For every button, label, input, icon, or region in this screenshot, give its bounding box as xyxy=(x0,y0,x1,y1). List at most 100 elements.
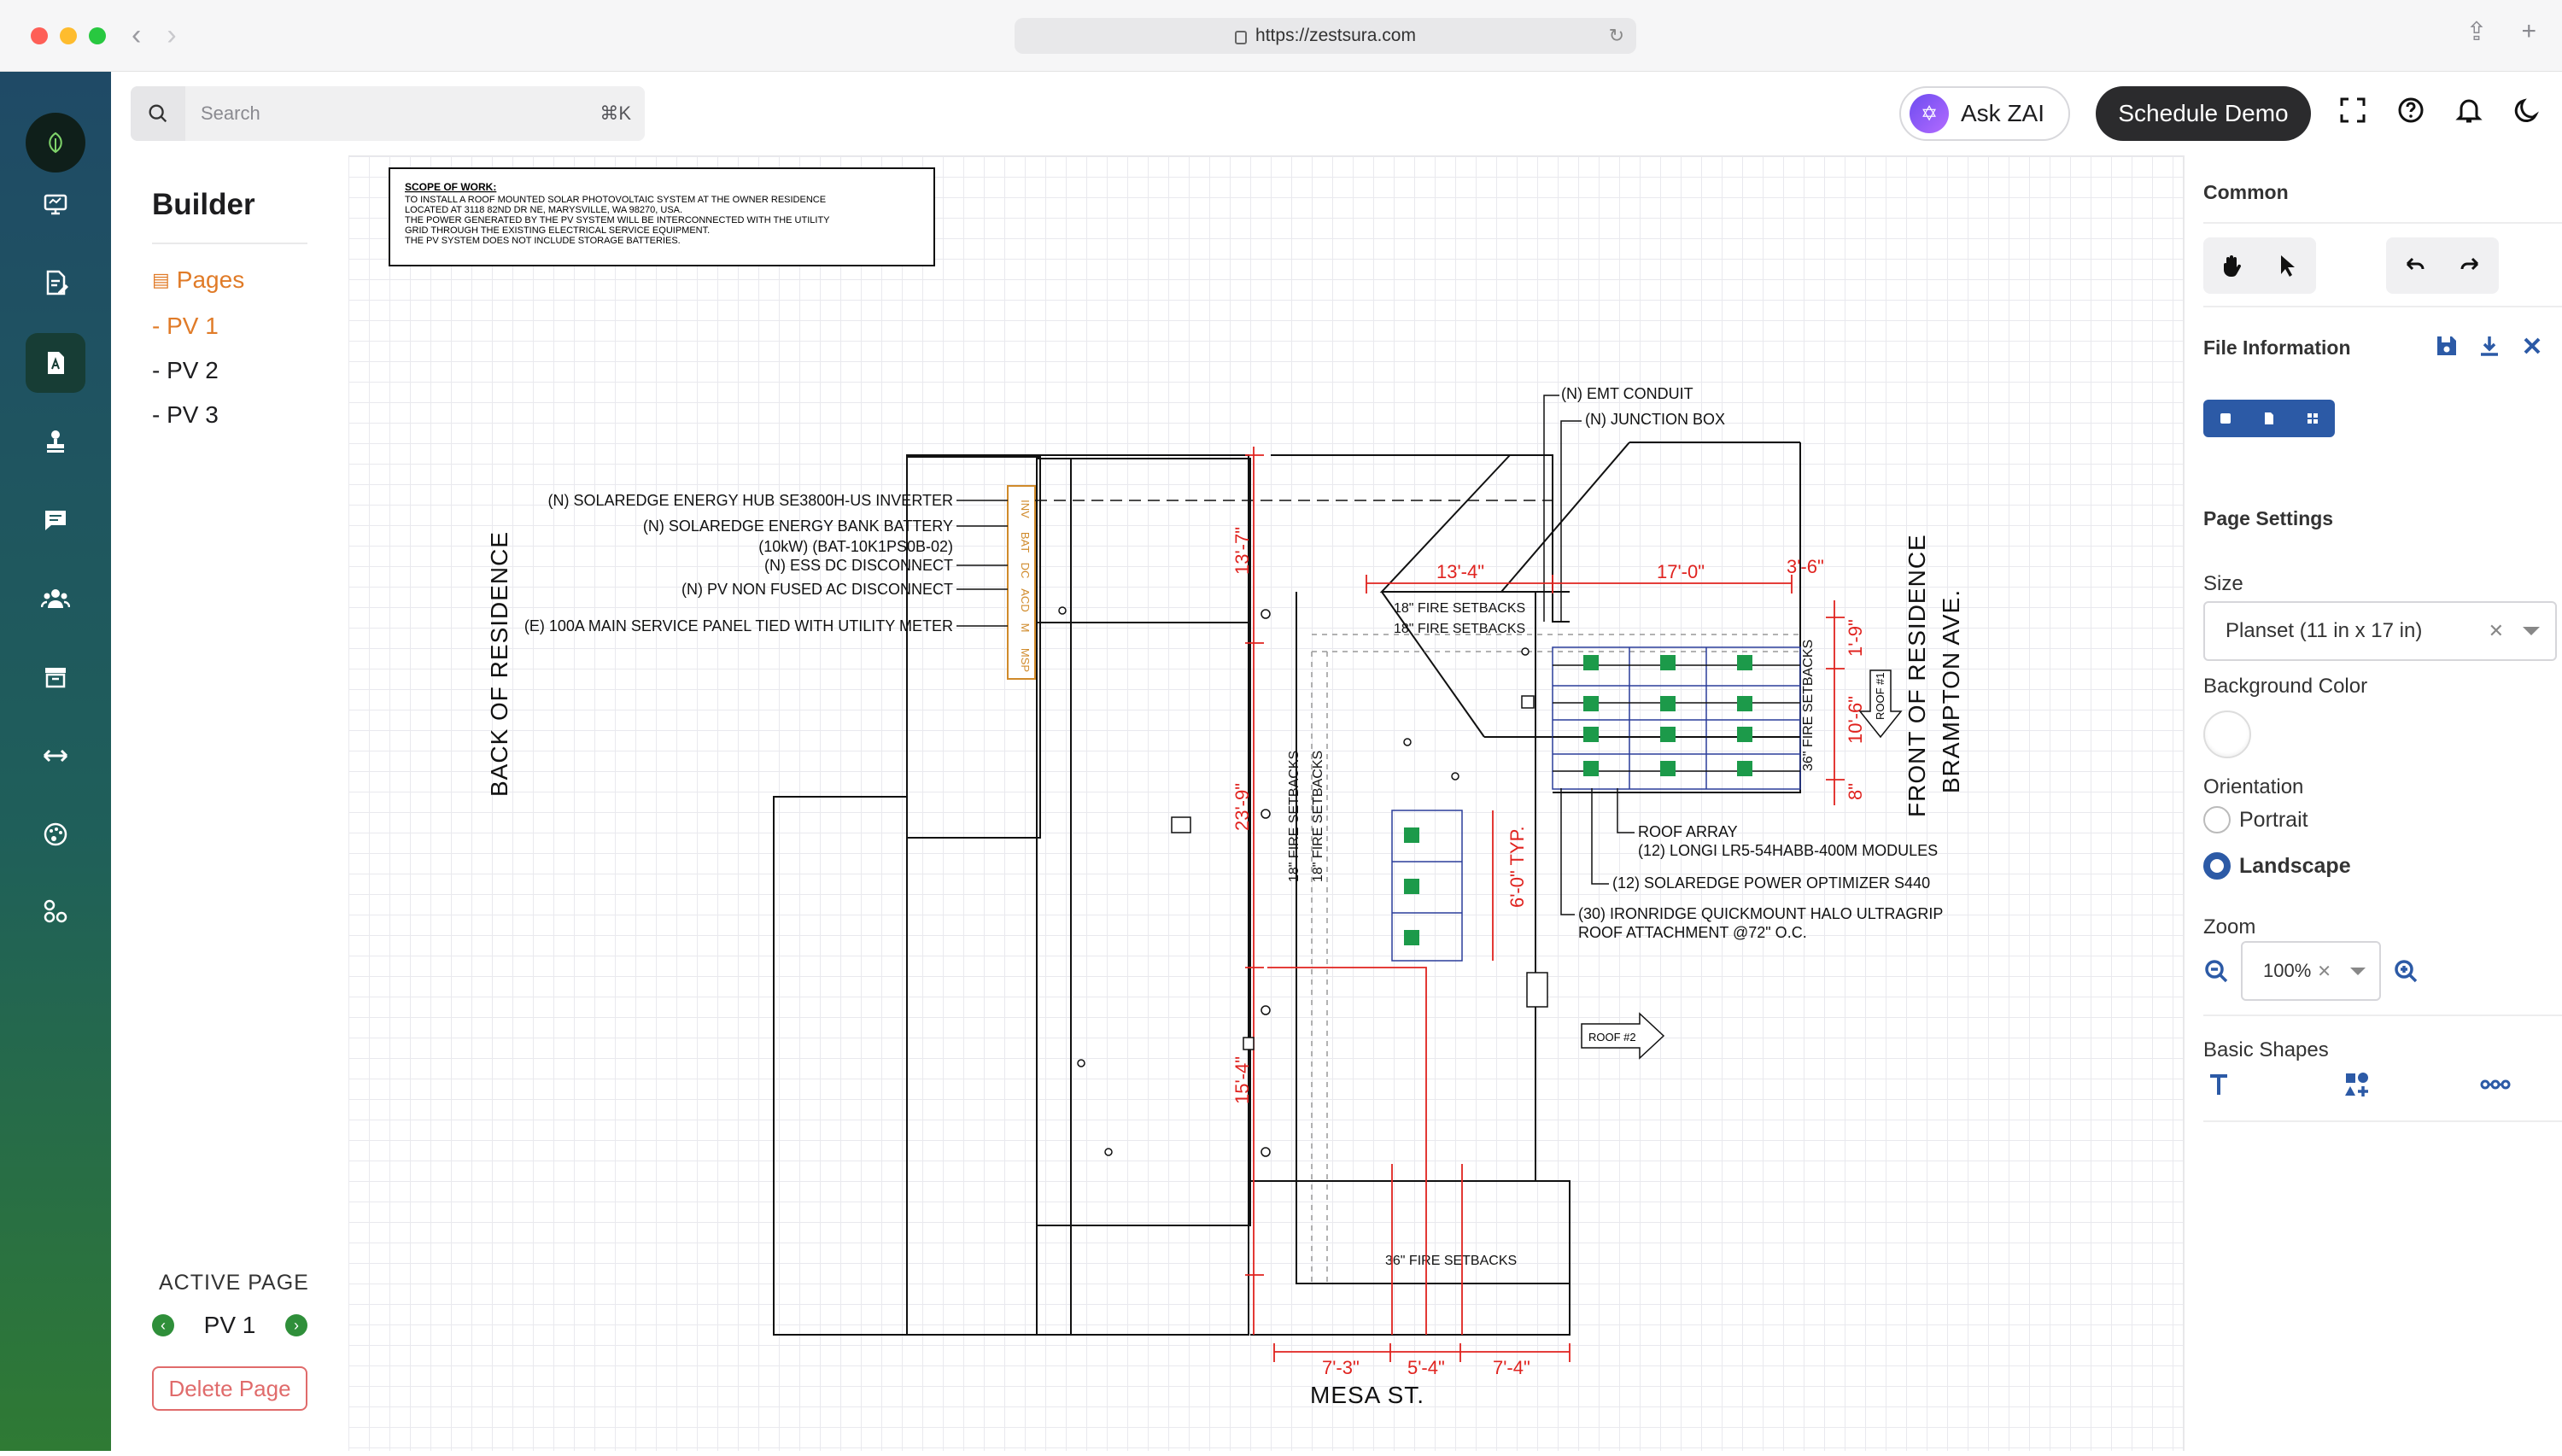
conduit-label: (N) JUNCTION BOX xyxy=(1585,411,1725,428)
zoom-select[interactable]: 100% ✕ xyxy=(2241,941,2381,1001)
dim-left: 15'-4" xyxy=(1231,1056,1253,1104)
equipment-labels: (N) SOLAREDGE ENERGY HUB SE3800H-US INVE… xyxy=(524,492,953,634)
page-link-pv2[interactable]: - PV 2 xyxy=(152,357,219,384)
equipment-label: (N) SOLAREDGE ENERGY HUB SE3800H-US INVE… xyxy=(548,492,953,509)
swap-arrows-icon xyxy=(43,749,68,763)
nav-documents[interactable] xyxy=(26,253,85,313)
zoom-out-icon[interactable] xyxy=(2203,958,2229,984)
nav-dashboard[interactable] xyxy=(26,174,85,234)
desktop-icon xyxy=(44,194,67,215)
delete-page-button[interactable]: Delete Page xyxy=(152,1366,307,1411)
nav-archive[interactable] xyxy=(26,647,85,707)
team-icon xyxy=(41,589,70,608)
properties-panel: Common File Information Page Settings Si… xyxy=(2183,155,2562,1451)
search-bar[interactable]: Search ⌘K xyxy=(131,86,645,141)
download-icon[interactable] xyxy=(2477,333,2502,359)
close-window-button[interactable] xyxy=(31,27,48,44)
nav-builder[interactable] xyxy=(26,333,85,393)
nav-transfers[interactable] xyxy=(26,726,85,786)
schedule-demo-button[interactable]: Schedule Demo xyxy=(2096,86,2311,141)
chevron-down-icon[interactable] xyxy=(2350,967,2366,975)
text-tool-icon[interactable] xyxy=(2203,1069,2234,1100)
active-page-switcher: ‹ PV 1 › xyxy=(152,1312,307,1339)
pan-hand-icon[interactable] xyxy=(2218,252,2245,279)
common-heading: Common xyxy=(2203,181,2289,203)
file-information-heading: File Information xyxy=(2203,336,2351,359)
redo-icon[interactable] xyxy=(2457,252,2484,279)
landscape-radio[interactable]: Landscape xyxy=(2203,852,2351,880)
ask-zai-button[interactable]: ✡ Ask ZAI xyxy=(1899,86,2070,141)
array-label: (12) SOLAREDGE POWER OPTIMIZER S440 xyxy=(1612,874,1930,892)
shapes-tool-icon[interactable] xyxy=(2342,1069,2372,1100)
leaf-logo-icon xyxy=(49,132,62,154)
background-color-label: Background Color xyxy=(2203,675,2368,698)
grid-view-icon[interactable] xyxy=(2305,411,2320,426)
array-label: ROOF ATTACHMENT @72" O.C. xyxy=(1578,924,1807,941)
dim-top: 3'-6" xyxy=(1787,556,1824,577)
fullscreen-icon[interactable] xyxy=(2337,94,2369,126)
star-of-david-icon: ✡ xyxy=(1910,94,1949,133)
dim-right: 10'-6" xyxy=(1845,696,1866,744)
single-page-icon[interactable] xyxy=(2218,411,2233,426)
clear-icon[interactable]: ✕ xyxy=(2317,961,2331,982)
new-tab-icon[interactable]: + xyxy=(2521,17,2536,47)
dim-left: 23'-9" xyxy=(1231,783,1253,831)
scope-line: THE POWER GENERATED BY THE PV SYSTEM WIL… xyxy=(405,215,830,225)
back-of-residence-label: BACK OF RESIDENCE xyxy=(486,531,512,797)
background-color-swatch[interactable] xyxy=(2203,710,2251,758)
connector-tool-icon[interactable] xyxy=(2480,1069,2511,1100)
page-link-pv1[interactable]: - PV 1 xyxy=(152,313,219,340)
equipment-label: (N) SOLAREDGE ENERGY BANK BATTERY xyxy=(643,517,953,535)
active-page-name: PV 1 xyxy=(203,1312,256,1338)
maximize-window-button[interactable] xyxy=(89,27,106,44)
search-icon xyxy=(131,86,185,141)
undo-icon[interactable] xyxy=(2401,252,2428,279)
nav-integrations[interactable] xyxy=(26,881,85,941)
pages-label: Pages xyxy=(176,266,245,293)
back-arrow-icon[interactable]: ‹ xyxy=(132,19,141,52)
drawing-canvas[interactable]: SCOPE OF WORK: TO INSTALL A ROOF MOUNTED… xyxy=(348,155,2183,1451)
dim-top: 13'-4" xyxy=(1436,561,1484,582)
next-page-icon[interactable]: › xyxy=(284,1314,307,1336)
equipment-tag: DC xyxy=(1019,563,1032,579)
dark-mode-icon[interactable] xyxy=(2511,94,2543,126)
basic-shapes-label: Basic Shapes xyxy=(2203,1038,2329,1061)
nav-themes[interactable] xyxy=(26,804,85,864)
browser-chrome: ‹ › https://zestsura.com ↻ ⇪ + xyxy=(0,0,2562,72)
pointer-arrow-icon[interactable] xyxy=(2274,252,2302,279)
save-icon[interactable] xyxy=(2434,333,2460,359)
portrait-radio[interactable]: Portrait xyxy=(2203,806,2308,833)
equipment-label: (N) PV NON FUSED AC DISCONNECT xyxy=(681,581,953,598)
conduit-leaders xyxy=(1543,395,1582,622)
chevron-down-icon[interactable] xyxy=(2523,627,2540,635)
size-select[interactable]: Planset (11 in x 17 in) ✕ xyxy=(2203,601,2557,661)
zoom-label: Zoom xyxy=(2203,915,2256,939)
minimize-window-button[interactable] xyxy=(60,27,77,44)
page-link-pv3[interactable]: - PV 3 xyxy=(152,401,219,429)
roof-tag-label: ROOF #1 xyxy=(1874,672,1886,720)
setback-label: 18" FIRE SETBACKS xyxy=(1394,622,1525,636)
builder-icon xyxy=(48,352,64,374)
forward-arrow-icon[interactable]: › xyxy=(167,19,176,52)
nav-team[interactable] xyxy=(26,569,85,629)
size-value: Planset (11 in x 17 in) xyxy=(2226,619,2423,642)
nav-stamps[interactable] xyxy=(26,412,85,471)
reload-icon[interactable]: ↻ xyxy=(1609,25,1624,47)
bell-icon[interactable] xyxy=(2453,94,2485,126)
app-logo[interactable] xyxy=(26,113,85,172)
address-bar[interactable]: https://zestsura.com ↻ xyxy=(1015,18,1636,54)
nav-messages[interactable] xyxy=(26,490,85,550)
document-icon[interactable] xyxy=(2261,411,2277,426)
previous-page-icon[interactable]: ‹ xyxy=(152,1314,174,1336)
zoom-in-icon[interactable] xyxy=(2393,958,2419,984)
scope-line: GRID THROUGH THE EXISTING ELECTRICAL SER… xyxy=(405,225,710,236)
close-icon[interactable] xyxy=(2519,333,2545,359)
conduit-label: (N) EMT CONDUIT xyxy=(1561,385,1693,402)
share-icon[interactable]: ⇪ xyxy=(2465,17,2487,47)
dim-top: 17'-0" xyxy=(1657,561,1705,582)
clear-icon[interactable]: ✕ xyxy=(2489,620,2504,642)
search-input[interactable]: Search xyxy=(201,102,600,125)
help-icon[interactable] xyxy=(2395,94,2427,126)
equipment-tag: ACD xyxy=(1019,588,1032,611)
pages-heading[interactable]: ▤ Pages xyxy=(152,266,244,294)
